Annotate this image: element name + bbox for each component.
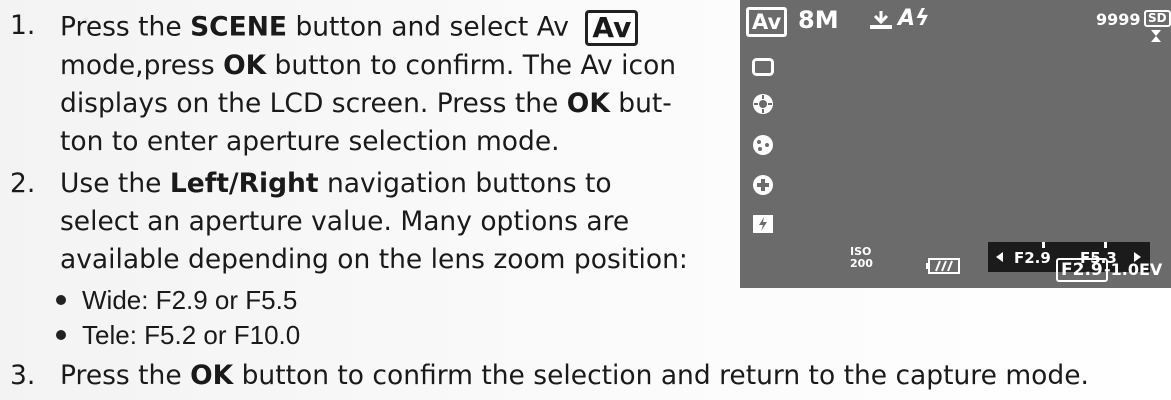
color-effect-icon	[753, 175, 773, 195]
step-2-line-3: available depending on the lens zoom pos…	[60, 244, 688, 275]
image-size-indicator: 8M	[798, 6, 839, 34]
arrow-left-icon[interactable]	[996, 252, 1004, 262]
bullet-wide: Wide: F2.9 or F5.5	[56, 285, 297, 316]
bullet-dot-icon	[56, 294, 66, 305]
step-1-line-2: mode,press OK button to confirm. The Av …	[60, 50, 677, 81]
battery-icon	[926, 258, 960, 274]
single-shot-icon	[752, 58, 774, 76]
step-3-number: 3.	[10, 360, 36, 391]
lcd-screen: Av 8M Aϟ 9999 SD ISO 200 F2.9 F5.3 F2.9 …	[740, 0, 1171, 288]
aperture-option-left[interactable]: F2.9	[1014, 249, 1051, 267]
step-1-number: 1.	[10, 10, 36, 41]
slider-tick	[1104, 242, 1107, 248]
bullet-dot-icon	[56, 329, 66, 340]
shots-remaining: 9999	[1096, 10, 1141, 29]
hourglass-icon	[1151, 30, 1161, 42]
step-2-line-2: select an aperture value. Many options a…	[60, 206, 630, 237]
bullet-tele: Tele: F5.2 or F10.0	[56, 320, 300, 351]
iso-label: ISO	[850, 245, 872, 258]
step-3-line: Press the OK button to confirm the selec…	[60, 360, 1089, 391]
av-mode-indicator: Av	[746, 7, 788, 37]
iso-value: 200	[850, 257, 873, 270]
step-1-line-4: ton to enter aperture selection mode.	[60, 126, 560, 157]
current-aperture: F2.9	[1056, 258, 1108, 282]
flash-compensation-icon	[753, 215, 773, 233]
step-2-number: 2.	[10, 168, 36, 199]
step-1-line-1: Press the SCENE button and select Av Av	[60, 10, 639, 46]
manual-page: 1. Press the SCENE button and select Av …	[0, 0, 1171, 400]
metering-icon	[753, 135, 773, 155]
av-mode-icon: Av	[585, 10, 639, 46]
step-2-line-1: Use the Left/Right navigation buttons to	[60, 168, 612, 199]
stabilizer-icon	[870, 11, 892, 29]
step-1-line-3: displays on the LCD screen. Press the OK…	[60, 88, 672, 119]
slider-tick	[1042, 242, 1045, 248]
sd-card-indicator: SD	[1144, 10, 1171, 27]
flash-auto-indicator: Aϟ	[898, 6, 930, 31]
white-balance-icon	[753, 94, 773, 114]
exposure-value: -1.0EV	[1104, 260, 1163, 279]
